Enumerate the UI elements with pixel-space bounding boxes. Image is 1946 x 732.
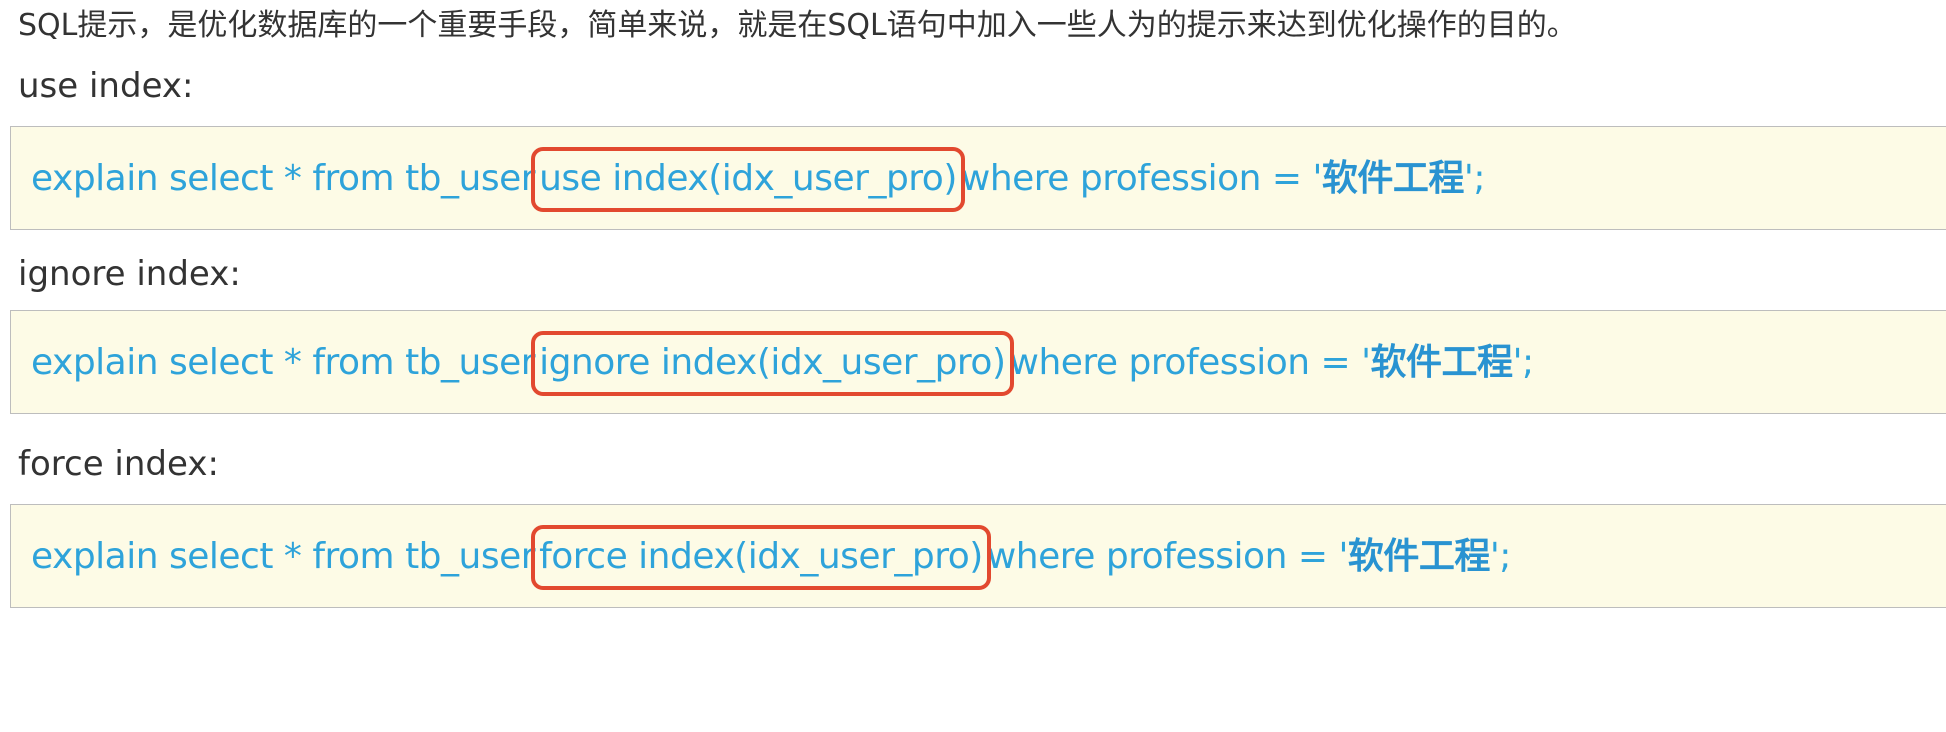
code-suffix: ';: [1512, 342, 1535, 383]
code-line: explain select * from tb_user force index…: [31, 525, 1512, 590]
code-line: explain select * from tb_user ignore inde…: [31, 331, 1535, 396]
code-prefix: explain select * from tb_user: [31, 342, 536, 383]
code-where-clause: where profession = ': [986, 536, 1349, 577]
section-label-ignore-index: ignore index:: [18, 254, 241, 294]
section-label-use-index: use index:: [18, 66, 194, 106]
highlighted-hint: ignore index(idx_user_pro): [531, 331, 1014, 396]
code-block-ignore-index: explain select * from tb_user ignore inde…: [10, 310, 1946, 414]
code-prefix: explain select * from tb_user: [31, 536, 536, 577]
code-where-clause: where profession = ': [960, 158, 1323, 199]
code-block-use-index: explain select * from tb_user use index(i…: [10, 126, 1946, 230]
code-string-literal: 软件工程: [1347, 536, 1491, 577]
code-block-force-index: explain select * from tb_user force index…: [10, 504, 1946, 608]
intro-text: SQL提示，是优化数据库的一个重要手段，简单来说，就是在SQL语句中加入一些人为…: [18, 8, 1577, 43]
highlighted-hint: force index(idx_user_pro): [531, 525, 991, 590]
code-where-clause: where profession = ': [1009, 342, 1372, 383]
code-line: explain select * from tb_user use index(i…: [31, 147, 1486, 212]
code-string-literal: 软件工程: [1321, 158, 1465, 199]
section-label-force-index: force index:: [18, 444, 219, 484]
highlighted-hint: use index(idx_user_pro): [531, 147, 965, 212]
code-prefix: explain select * from tb_user: [31, 158, 536, 199]
code-suffix: ';: [1489, 536, 1512, 577]
code-string-literal: 软件工程: [1370, 342, 1514, 383]
code-suffix: ';: [1463, 158, 1486, 199]
